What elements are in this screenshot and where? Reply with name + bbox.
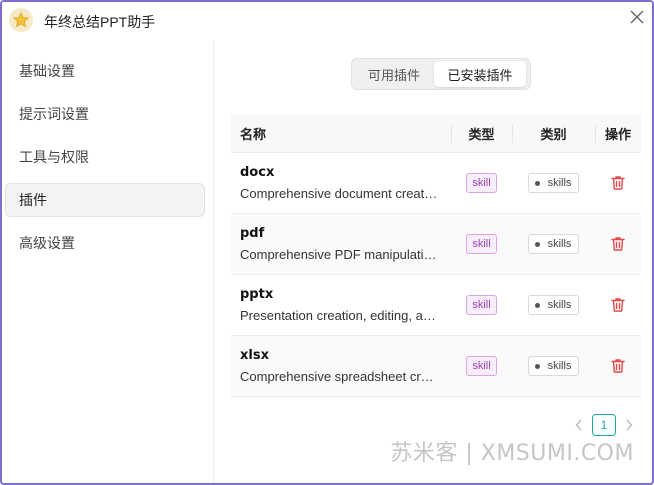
plugin-description: Presentation creation, editing, and anal… <box>240 308 438 323</box>
tab-installed-plugins[interactable]: 已安装插件 <box>434 61 526 87</box>
type-badge: skill <box>466 356 497 376</box>
sidebar-item-basic[interactable]: 基础设置 <box>5 54 205 88</box>
plugin-tabs: 可用插件 已安装插件 <box>351 58 531 90</box>
type-badge: skill <box>466 173 497 193</box>
chevron-left-icon[interactable] <box>572 414 586 436</box>
bullet-dot-icon <box>534 180 540 186</box>
chevron-right-icon[interactable] <box>622 414 636 436</box>
header-name: 名称 <box>240 127 267 142</box>
header-action: 操作 <box>595 115 641 153</box>
pagination: 1 <box>572 414 636 436</box>
table-row: docx Comprehensive document creation, ed… <box>231 153 641 214</box>
plugin-name-cell: pptx Presentation creation, editing, and… <box>231 287 451 323</box>
delete-trash-icon[interactable] <box>609 174 627 192</box>
plugin-description: Comprehensive PDF manipulation toolkit <box>240 247 438 262</box>
sidebar-item-advanced[interactable]: 高级设置 <box>5 226 205 260</box>
category-badge: skills <box>527 356 580 376</box>
plugin-name: docx <box>240 165 275 180</box>
watermark-text: 苏米客 | XMSUMI.COM <box>390 441 634 466</box>
bullet-dot-icon <box>534 302 540 308</box>
header-type: 类型 <box>451 115 512 153</box>
type-badge: skill <box>466 234 497 254</box>
delete-trash-icon[interactable] <box>609 357 627 375</box>
plugin-settings-window: 年终总结PPT助手 基础设置 提示词设置 工具与权限 插件 高级设置 可用插件 … <box>0 0 654 485</box>
plugin-name-cell: xlsx Comprehensive spreadsheet creation,… <box>231 348 451 384</box>
sidebar-item-prompts[interactable]: 提示词设置 <box>5 97 205 131</box>
title-bar: 年终总结PPT助手 <box>2 2 652 38</box>
category-label: skills <box>547 177 572 189</box>
delete-trash-icon[interactable] <box>609 296 627 314</box>
table-row: pdf Comprehensive PDF manipulation toolk… <box>231 214 641 275</box>
category-badge: skills <box>527 173 580 193</box>
plugin-name-cell: pdf Comprehensive PDF manipulation toolk… <box>231 226 451 262</box>
plugin-name: pptx <box>240 287 274 302</box>
plugins-panel: 可用插件 已安装插件 名称 类型 类别 操作 docx Comprehensiv… <box>215 40 652 483</box>
page-number-button[interactable]: 1 <box>592 414 616 436</box>
category-label: skills <box>547 299 572 311</box>
bullet-dot-icon <box>534 241 540 247</box>
plugin-description: Comprehensive spreadsheet creation, edit… <box>240 369 438 384</box>
type-badge: skill <box>466 295 497 315</box>
plugin-name: xlsx <box>240 348 269 363</box>
table-row: xlsx Comprehensive spreadsheet creation,… <box>231 336 641 397</box>
star-app-icon <box>9 8 33 32</box>
category-label: skills <box>547 238 572 250</box>
sidebar-item-plugins[interactable]: 插件 <box>5 183 205 217</box>
settings-sidebar: 基础设置 提示词设置 工具与权限 插件 高级设置 <box>2 40 214 483</box>
plugin-name-cell: docx Comprehensive document creation, ed… <box>231 165 451 201</box>
tab-available-plugins[interactable]: 可用插件 <box>354 61 434 87</box>
plugin-description: Comprehensive document creation, editing <box>240 186 438 201</box>
window-title: 年终总结PPT助手 <box>44 14 156 30</box>
header-category: 类别 <box>512 115 595 153</box>
category-badge: skills <box>527 295 580 315</box>
delete-trash-icon[interactable] <box>609 235 627 253</box>
table-header: 名称 类型 类别 操作 <box>231 115 641 153</box>
category-label: skills <box>547 360 572 372</box>
close-icon[interactable] <box>626 6 648 28</box>
table-row: pptx Presentation creation, editing, and… <box>231 275 641 336</box>
plugin-name: pdf <box>240 226 265 241</box>
bullet-dot-icon <box>534 363 540 369</box>
category-badge: skills <box>527 234 580 254</box>
sidebar-item-tools[interactable]: 工具与权限 <box>5 140 205 174</box>
plugins-table: 名称 类型 类别 操作 docx Comprehensive document … <box>231 115 641 397</box>
